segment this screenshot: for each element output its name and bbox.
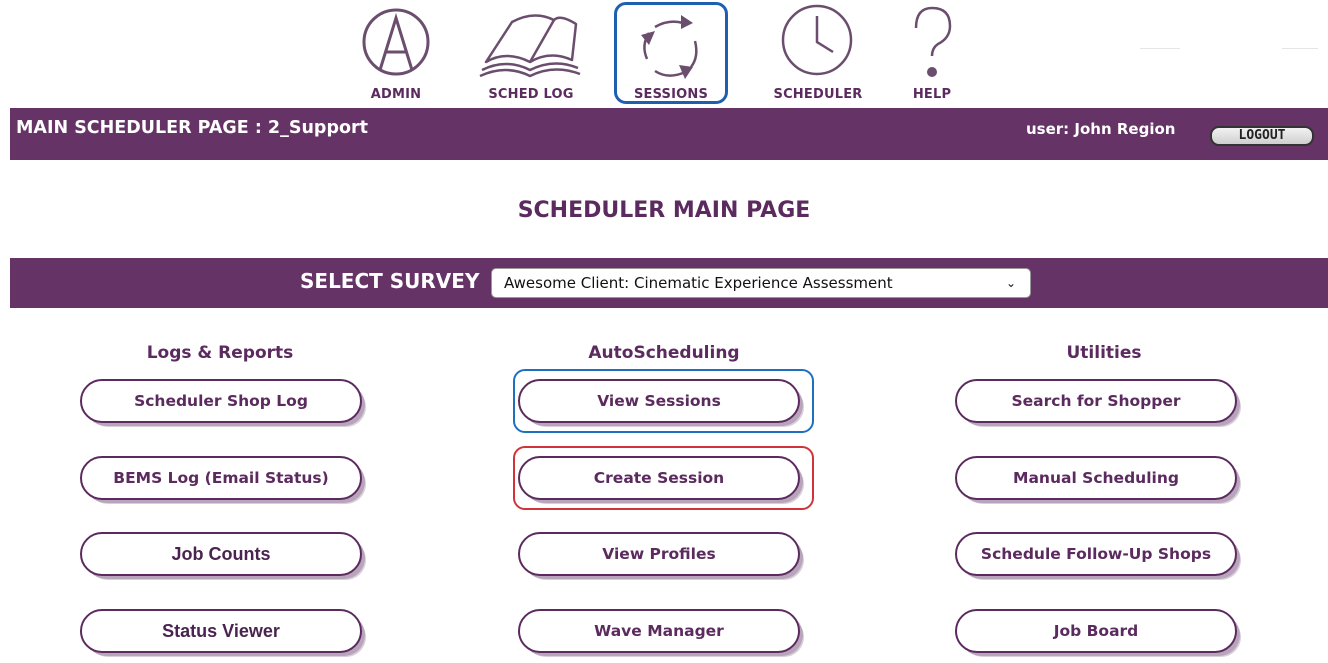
survey-label: SELECT SURVEY bbox=[300, 269, 480, 293]
nav-scheduler-label: SCHEDULER bbox=[773, 87, 863, 102]
nav-help-label: HELP bbox=[912, 87, 952, 102]
survey-selected-value: Awesome Client: Cinematic Experience Ass… bbox=[504, 274, 893, 292]
top-icon-nav: ADMIN SCHED LOG SESSIONS SCHEDULER HELP bbox=[0, 0, 1328, 108]
nav-admin[interactable]: ADMIN bbox=[358, 0, 434, 106]
status-viewer-button[interactable]: Status Viewer bbox=[80, 609, 362, 653]
wave-manager-button[interactable]: Wave Manager bbox=[518, 609, 800, 653]
view-profiles-button[interactable]: View Profiles bbox=[518, 532, 800, 576]
survey-bar: SELECT SURVEY Awesome Client: Cinematic … bbox=[10, 258, 1328, 308]
nav-sessions[interactable]: SESSIONS bbox=[614, 2, 728, 104]
scheduler-shop-log-button[interactable]: Scheduler Shop Log bbox=[80, 379, 362, 423]
cycle-arrows-icon bbox=[641, 15, 698, 79]
survey-select[interactable]: Awesome Client: Cinematic Experience Ass… bbox=[491, 268, 1031, 298]
main-heading: SCHEDULER MAIN PAGE bbox=[517, 198, 811, 223]
chevron-down-icon: ⌄ bbox=[1005, 276, 1016, 290]
admin-a-circle-icon bbox=[362, 8, 430, 76]
faint-divider bbox=[1282, 48, 1318, 49]
nav-sessions-label: SESSIONS bbox=[633, 87, 709, 102]
page-title: MAIN SCHEDULER PAGE : 2_Support bbox=[16, 118, 368, 138]
view-sessions-button[interactable]: View Sessions bbox=[518, 379, 800, 423]
nav-admin-label: ADMIN bbox=[370, 87, 422, 102]
bems-log-button[interactable]: BEMS Log (Email Status) bbox=[80, 456, 362, 500]
autoscheduling-heading: AutoScheduling bbox=[588, 343, 740, 363]
job-board-button[interactable]: Job Board bbox=[955, 609, 1237, 653]
schedule-follow-up-shops-button[interactable]: Schedule Follow-Up Shops bbox=[955, 532, 1237, 576]
nav-sched-log[interactable]: SCHED LOG bbox=[476, 0, 586, 106]
manual-scheduling-button[interactable]: Manual Scheduling bbox=[955, 456, 1237, 500]
faint-divider bbox=[1140, 48, 1180, 49]
clock-icon bbox=[781, 4, 853, 76]
user-label: user: John Region bbox=[1026, 120, 1176, 138]
logs-reports-heading: Logs & Reports bbox=[146, 343, 294, 363]
utilities-heading: Utilities bbox=[1066, 343, 1142, 363]
logout-button[interactable]: LOGOUT bbox=[1210, 126, 1314, 146]
header-bar: MAIN SCHEDULER PAGE : 2_Support user: Jo… bbox=[10, 108, 1328, 160]
question-mark-icon bbox=[914, 6, 952, 77]
search-for-shopper-button[interactable]: Search for Shopper bbox=[955, 379, 1237, 423]
open-book-icon bbox=[479, 14, 581, 78]
nav-scheduler[interactable]: SCHEDULER bbox=[763, 0, 873, 106]
create-session-button[interactable]: Create Session bbox=[518, 456, 800, 500]
nav-sched-log-label: SCHED LOG bbox=[488, 87, 574, 102]
nav-help[interactable]: HELP bbox=[900, 0, 964, 106]
job-counts-button[interactable]: Job Counts bbox=[80, 532, 362, 576]
